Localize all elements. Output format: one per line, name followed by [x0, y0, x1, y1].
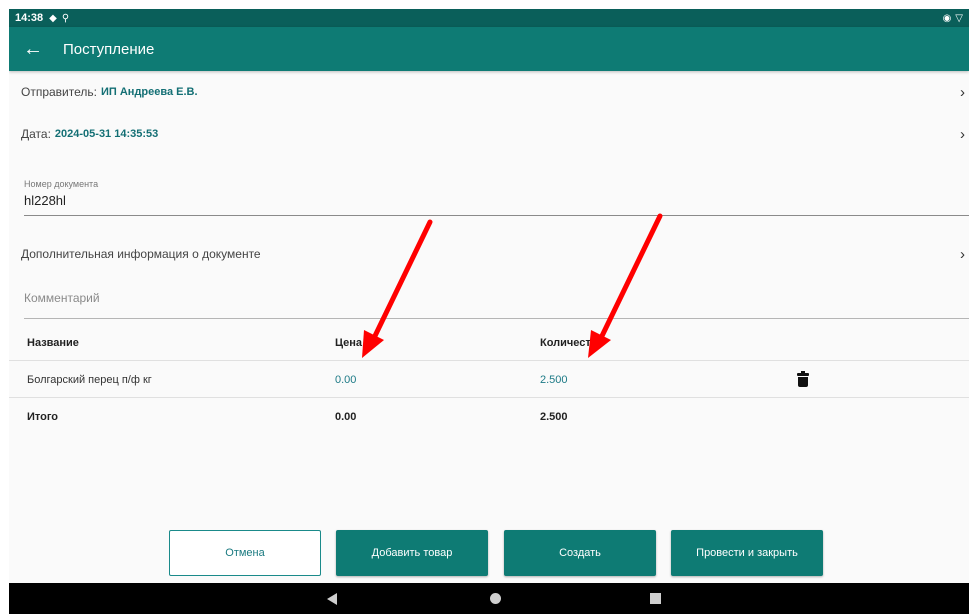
post-and-close-button[interactable]: Провести и закрыть [671, 530, 823, 576]
sender-value: ИП Андреева Е.В. [100, 86, 198, 98]
sender-label: Отправитель: [21, 85, 97, 99]
date-value: 2024-05-31 14:35:53 [54, 128, 159, 140]
header-price: Цена [335, 336, 363, 349]
document-number-value: hl228hl [24, 193, 66, 208]
document-number-field[interactable]: Номер документа hl228hl [24, 177, 969, 216]
item-name: Болгарский перец п/ф кг [27, 373, 152, 386]
document-number-label: Номер документа [24, 179, 99, 189]
data-transfer-icon: ◆ [49, 12, 57, 24]
cancel-button[interactable]: Отмена [169, 530, 321, 576]
total-quantity: 2.500 [540, 411, 568, 423]
chevron-right-icon: › [960, 125, 965, 143]
chevron-right-icon: › [960, 83, 965, 101]
create-button[interactable]: Создать [504, 530, 656, 576]
chevron-right-icon: › [960, 245, 965, 263]
comment-input[interactable]: Комментарий [24, 283, 969, 319]
vibrate-icon: ◉ [942, 12, 952, 24]
status-time: 14:38 [15, 12, 44, 24]
header-name: Название [27, 336, 79, 349]
date-row[interactable]: Дата: 2024-05-31 14:35:53 › [9, 123, 969, 145]
trash-icon[interactable] [797, 370, 809, 387]
total-price: 0.00 [335, 411, 357, 423]
page-title: Поступление [63, 40, 155, 58]
table-row: Болгарский перец п/ф кг 0.00 2.500 [9, 362, 969, 398]
item-quantity[interactable]: 2.500 [540, 374, 568, 386]
status-bar: 14:38 ◆ ⚲ ◉ ▽ [9, 9, 969, 27]
add-item-button[interactable]: Добавить товар [336, 530, 488, 576]
extra-info-row[interactable]: Дополнительная информация о документе › [9, 243, 969, 265]
header-quantity: Количест [540, 336, 591, 349]
back-arrow-icon[interactable]: ← [9, 38, 53, 61]
extra-info-label: Дополнительная информация о документе [21, 247, 261, 261]
sender-row[interactable]: Отправитель: ИП Андреева Е.В. › [9, 81, 969, 103]
app-toolbar: ← Поступление [9, 27, 969, 71]
app-screen: 14:38 ◆ ⚲ ◉ ▽ ← Поступление Отправитель:… [9, 9, 969, 614]
table-header: Название Цена Количест [9, 325, 969, 361]
item-price[interactable]: 0.00 [335, 374, 356, 386]
system-nav-bar [9, 583, 969, 614]
nav-recent-apps-icon[interactable] [650, 593, 661, 604]
table-total-row: Итого 0.00 2.500 [9, 399, 969, 435]
nav-home-icon[interactable] [490, 593, 501, 604]
search-icon: ⚲ [61, 12, 70, 24]
nav-back-icon[interactable] [327, 593, 337, 605]
wifi-icon: ▽ [955, 12, 963, 24]
date-label: Дата: [21, 127, 51, 141]
total-label: Итого [27, 411, 59, 423]
